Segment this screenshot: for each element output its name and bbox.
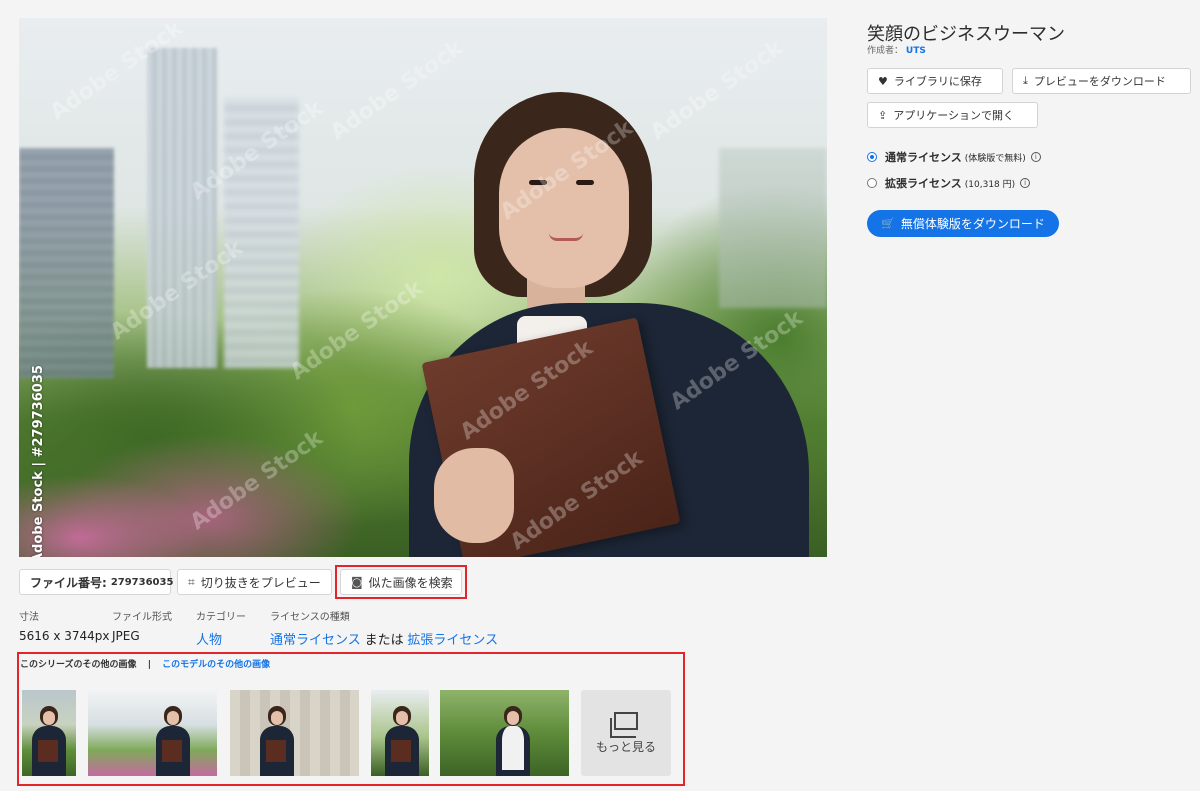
file-number-label: ファイル番号: [30, 575, 107, 590]
businesswoman-figure [399, 88, 819, 557]
radio-unselected-icon[interactable] [867, 178, 877, 188]
eye [529, 180, 547, 185]
license-standard-note: (体験版で無料) [964, 153, 1026, 164]
info-icon[interactable]: i [1030, 152, 1041, 162]
watermark: Adobe Stock [185, 425, 328, 536]
highlight-box [17, 652, 685, 786]
download-preview-button[interactable]: ⤓ プレビューをダウンロード [1012, 68, 1191, 94]
background-building [147, 48, 217, 368]
highlight-box [335, 565, 467, 599]
dimensions-label: 寸法 [19, 612, 39, 623]
download-icon: ⤓ [1023, 74, 1028, 87]
radio-selected-icon[interactable] [867, 152, 877, 162]
stock-credit-label: Adobe Stock | #279736035 [31, 365, 46, 557]
meta-license-type: ライセンスの種類 通常ライセンス または 拡張ライセンス [270, 608, 498, 648]
smile [549, 233, 583, 241]
license-standard-name: 通常ライセンス [885, 151, 962, 164]
author-link[interactable]: UTS [906, 46, 926, 56]
download-trial-label: 無償体験版をダウンロード [900, 217, 1045, 231]
face [499, 128, 629, 288]
meta-dimensions: 寸法 5616 x 3744px [19, 608, 110, 643]
license-type-label: ライセンスの種類 [270, 612, 350, 623]
hand [434, 448, 514, 543]
file-number-badge: ファイル番号: 279736035 [19, 569, 174, 595]
heart-icon: ♥ [878, 74, 888, 88]
open-in-app-label: アプリケーションで開く [893, 109, 1014, 122]
download-trial-button[interactable]: 🛒 無償体験版をダウンロード [867, 210, 1059, 237]
category-label: カテゴリー [196, 612, 246, 623]
crop-icon: ⌗ [188, 574, 195, 589]
info-icon[interactable]: i [1020, 178, 1031, 188]
extended-license-link[interactable]: 拡張ライセンス [407, 633, 498, 648]
format-label: ファイル形式 [112, 612, 172, 623]
license-option-standard[interactable]: 通常ライセンス (体験版で無料) i [867, 149, 1041, 165]
category-link[interactable]: 人物 [196, 629, 246, 648]
standard-license-link[interactable]: 通常ライセンス [270, 633, 361, 648]
save-to-library-label: ライブラリに保存 [893, 75, 982, 88]
meta-category: カテゴリー 人物 [196, 608, 246, 648]
crop-preview-label: 切り抜きをプレビュー [200, 575, 321, 590]
file-number-value: 279736035 [110, 576, 174, 588]
cart-icon: 🛒 [881, 217, 895, 230]
crop-preview-button[interactable]: ⌗ 切り抜きをプレビュー [177, 569, 332, 595]
dimensions-value: 5616 x 3744px [19, 629, 110, 643]
save-to-library-button[interactable]: ♥ ライブラリに保存 [867, 68, 1003, 94]
license-extended-note: (10,318 円) [964, 179, 1016, 190]
author-line: 作成者： UTS [867, 43, 926, 56]
license-extended-name: 拡張ライセンス [885, 177, 962, 190]
license-or-text: または [364, 633, 404, 648]
license-type-values: 通常ライセンス または 拡張ライセンス [270, 629, 498, 648]
share-icon: ⇪ [878, 108, 888, 122]
eye [576, 180, 594, 185]
background-building [19, 148, 114, 378]
meta-format: ファイル形式 JPEG [112, 608, 172, 643]
open-in-app-button[interactable]: ⇪ アプリケーションで開く [867, 102, 1038, 128]
download-preview-label: プレビューをダウンロード [1033, 75, 1166, 88]
license-option-extended[interactable]: 拡張ライセンス (10,318 円) i [867, 175, 1031, 191]
main-preview-image: Adobe Stock Adobe Stock Adobe Stock Adob… [19, 18, 827, 557]
background-building [224, 98, 299, 368]
format-value: JPEG [112, 629, 140, 643]
author-prefix: 作成者： [867, 46, 904, 56]
